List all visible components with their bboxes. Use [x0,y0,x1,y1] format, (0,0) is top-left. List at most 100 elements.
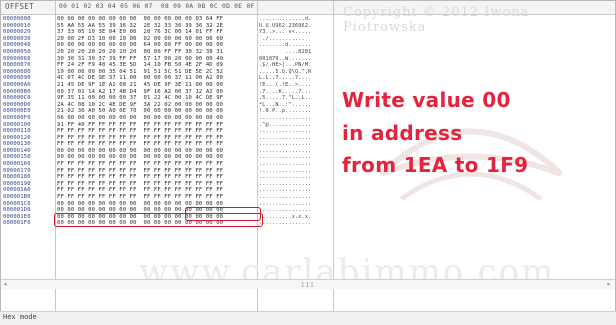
offset-row: 000000E0 [3,108,31,115]
ascii-row[interactable]: ................ [259,154,331,161]
hex-row[interactable]: 4C 07 4C DE 9E 37 11 00 00 00 00 37 11 0… [57,75,257,82]
hex-row[interactable]: FF FF FF FF FF FF FF FF FF FF FF FF FF F… [57,161,257,168]
offset-row: 00000090 [3,75,31,82]
hex-row[interactable]: 21 45 DE 9F 1E A2 08 21 45 DE 9F 3E 11 0… [57,82,257,89]
offset-row: 00000150 [3,154,31,161]
hex-row[interactable]: 00 00 00 00 00 00 00 00 00 00 00 00 00 0… [57,154,257,161]
offset-row: 00000020 [3,29,31,36]
offset-row: 00000180 [3,174,31,181]
scroll-right-icon[interactable]: ▸ [607,280,611,288]
hex-row[interactable]: FF 24 2F F9 48 45 3E 5D 14 10 FB 50 4E 2… [57,62,257,69]
ascii-row[interactable]: ................ [259,115,331,122]
range-end-highlight [54,213,263,227]
offset-row: 000001F0 [3,220,31,227]
copyright-watermark: Copyright © 2012 Iwona Piotrowska [343,5,530,35]
offset-row: 000000A0 [3,81,31,88]
ascii-row[interactable]: ................ [259,207,331,214]
hex-row[interactable]: FF FF FF FF FF FF FF FF FF FF FF FF FF F… [57,141,257,148]
offset-row: 00000130 [3,141,31,148]
ascii-row[interactable]: .$/.HE>]...PN/M. [259,62,331,69]
hex-row[interactable]: 00 00 00 00 00 00 00 00 00 00 00 00 00 0… [57,148,257,155]
offset-row: 00000190 [3,180,31,187]
hex-row[interactable]: 19 00 00 00 00 35 04 51 91 51 5C 51 DE 5… [57,69,257,76]
offset-header: OFFSET [5,2,34,11]
hex-column[interactable]: 00 00 00 00 00 00 00 00 00 00 00 00 00 0… [57,16,257,227]
offset-row: 000001C0 [3,200,31,207]
ascii-row[interactable]: ................ [259,128,331,135]
ascii-row[interactable]: 73..>... v<..... [259,29,331,36]
hex-row[interactable]: 06 00 00 00 00 00 00 00 00 00 00 00 00 0… [57,115,257,122]
hex-row[interactable]: 00 00 00 00 00 00 00 00 00 00 00 00 00 0… [57,16,257,23]
offset-row: 000001B0 [3,194,31,201]
offset-row: 00000120 [3,134,31,141]
hex-row[interactable]: 20 00 2F D3 10 00 10 00 02 00 00 00 00 0… [57,36,257,43]
hex-row[interactable]: 20 20 20 20 20 20 20 20 00 00 FF FF 30 3… [57,49,257,56]
ascii-row[interactable]: ..............d. [259,16,331,23]
ascii-row[interactable]: U.U.U962.236962. [259,23,331,30]
ascii-row[interactable]: ................ [259,168,331,175]
offset-row: 000000D0 [3,101,31,108]
offset-row: 00000000 [3,16,31,22]
ascii-row[interactable]: ................ [259,220,331,227]
ascii-row[interactable]: .5.....7."L..L.. [259,95,331,102]
scroll-thumb[interactable]: III [301,282,315,289]
hex-row[interactable]: 21 02 30 A0 50 A0 0E 70 00 00 00 00 00 0… [57,108,257,115]
ascii-row[interactable]: !.0.P..p........ [259,108,331,115]
ascii-row[interactable]: ........d....... [259,42,331,49]
offset-row: 00000060 [3,55,31,62]
horizontal-scrollbar[interactable]: ◂ III ▸ [1,279,615,289]
ascii-row[interactable]: ................ [259,194,331,201]
ascii-row[interactable]: ................ [259,148,331,155]
offset-row: 000000C0 [3,95,31,102]
ascii-row[interactable]: *L..,N..:"...... [259,102,331,109]
hex-row[interactable]: 37 33 05 10 3E 04 E0 00 20 76 3C 00 14 0… [57,29,257,36]
offset-row: 000001A0 [3,187,31,194]
ascii-row[interactable]: ................ [259,181,331,188]
hex-row[interactable]: FF FF FF FF FF FF FF FF FF FF FF FF FF F… [57,181,257,188]
column-labels: 00 01 02 03 04 05 06 07 08 09 0A 0B 0C 0… [59,3,255,10]
hex-row[interactable]: FF FF FF FF FF FF FF FF FF FF FF FF FF F… [57,174,257,181]
hex-row[interactable]: 00 00 00 00 00 00 00 00 64 00 00 FF 00 0… [57,42,257,49]
offset-row: 00000030 [3,35,31,42]
hex-row[interactable]: FF FF FF FF FF FF FF FF FF FF FF FF FF F… [57,135,257,142]
ascii-column[interactable]: ..............d. U.U.U962.236962. 73..>...… [259,16,331,227]
hex-row[interactable]: FF FF FF FF FF FF FF FF FF FF FF FF FF F… [57,168,257,175]
ascii-row[interactable]: 001079..W....... [259,56,331,63]
ascii-row[interactable]: ./........... [259,36,331,43]
ascii-row[interactable]: ..........x.x.x. [259,214,331,221]
offset-row: 00000010 [3,22,31,29]
offset-row: 000001D0 [3,207,31,214]
hex-row[interactable]: 00 37 01 14 A2 17 4B D4 9F 16 A2 00 37 1… [57,89,257,96]
offset-row: 000000B0 [3,88,31,95]
offset-row: 00000170 [3,167,31,174]
offset-row: 00000080 [3,68,31,75]
ascii-row[interactable]: L.L..7.....7.... [259,75,331,82]
offset-row: 00000110 [3,128,31,135]
offset-row: 000001E0 [3,213,31,220]
ascii-row[interactable]: !E...(.!E..>.... [259,82,331,89]
hex-row[interactable]: FF FF FF FF FF FF FF FF FF FF FF FF FF F… [57,128,257,135]
ascii-row[interactable]: ................ [259,174,331,181]
hex-row[interactable]: 30 30 31 30 37 39 FF FF 57 17 00 20 00 0… [57,56,257,63]
ascii-row[interactable]: .^@............. [259,122,331,129]
offset-row: 00000050 [3,48,31,55]
ascii-row[interactable]: ................ [259,141,331,148]
hex-row[interactable]: 9F 35 11 00 00 00 00 37 01 22 4C 00 10 4… [57,95,257,102]
ascii-row[interactable]: ................ [259,135,331,142]
ascii-row[interactable]: .....5.Q.Q\Q.^,R [259,69,331,76]
ascii-row[interactable]: .7....K.....7... [259,89,331,96]
instruction-line-2: in address [342,120,463,145]
ascii-row[interactable]: ................ [259,201,331,208]
ascii-row[interactable]: ....0281 [259,49,331,56]
ascii-row[interactable]: ................ [259,187,331,194]
hex-row[interactable]: 2A 4C 08 10 2C 4E DE 9F 3A 22 02 00 00 0… [57,102,257,109]
hex-row[interactable]: FF FF FF FF FF FF FF FF FF FF FF FF FF F… [57,194,257,201]
hex-row[interactable]: 91 FF 40 FF FF FF FF FF FF FF FF FF FF F… [57,122,257,129]
hex-row[interactable]: FF FF FF FF FF FF FF FF FF FF FF FF FF F… [57,187,257,194]
hex-row[interactable]: 55 AA 55 AA 55 39 36 32 2E 32 33 36 39 3… [57,23,257,30]
instruction-annotation: Write value 00 in address from 1EA to 1F… [342,84,528,182]
divider-offset [55,1,56,311]
scroll-left-icon[interactable]: ◂ [3,280,7,288]
offset-row: 00000160 [3,161,31,168]
ascii-row[interactable]: ................ [259,161,331,168]
